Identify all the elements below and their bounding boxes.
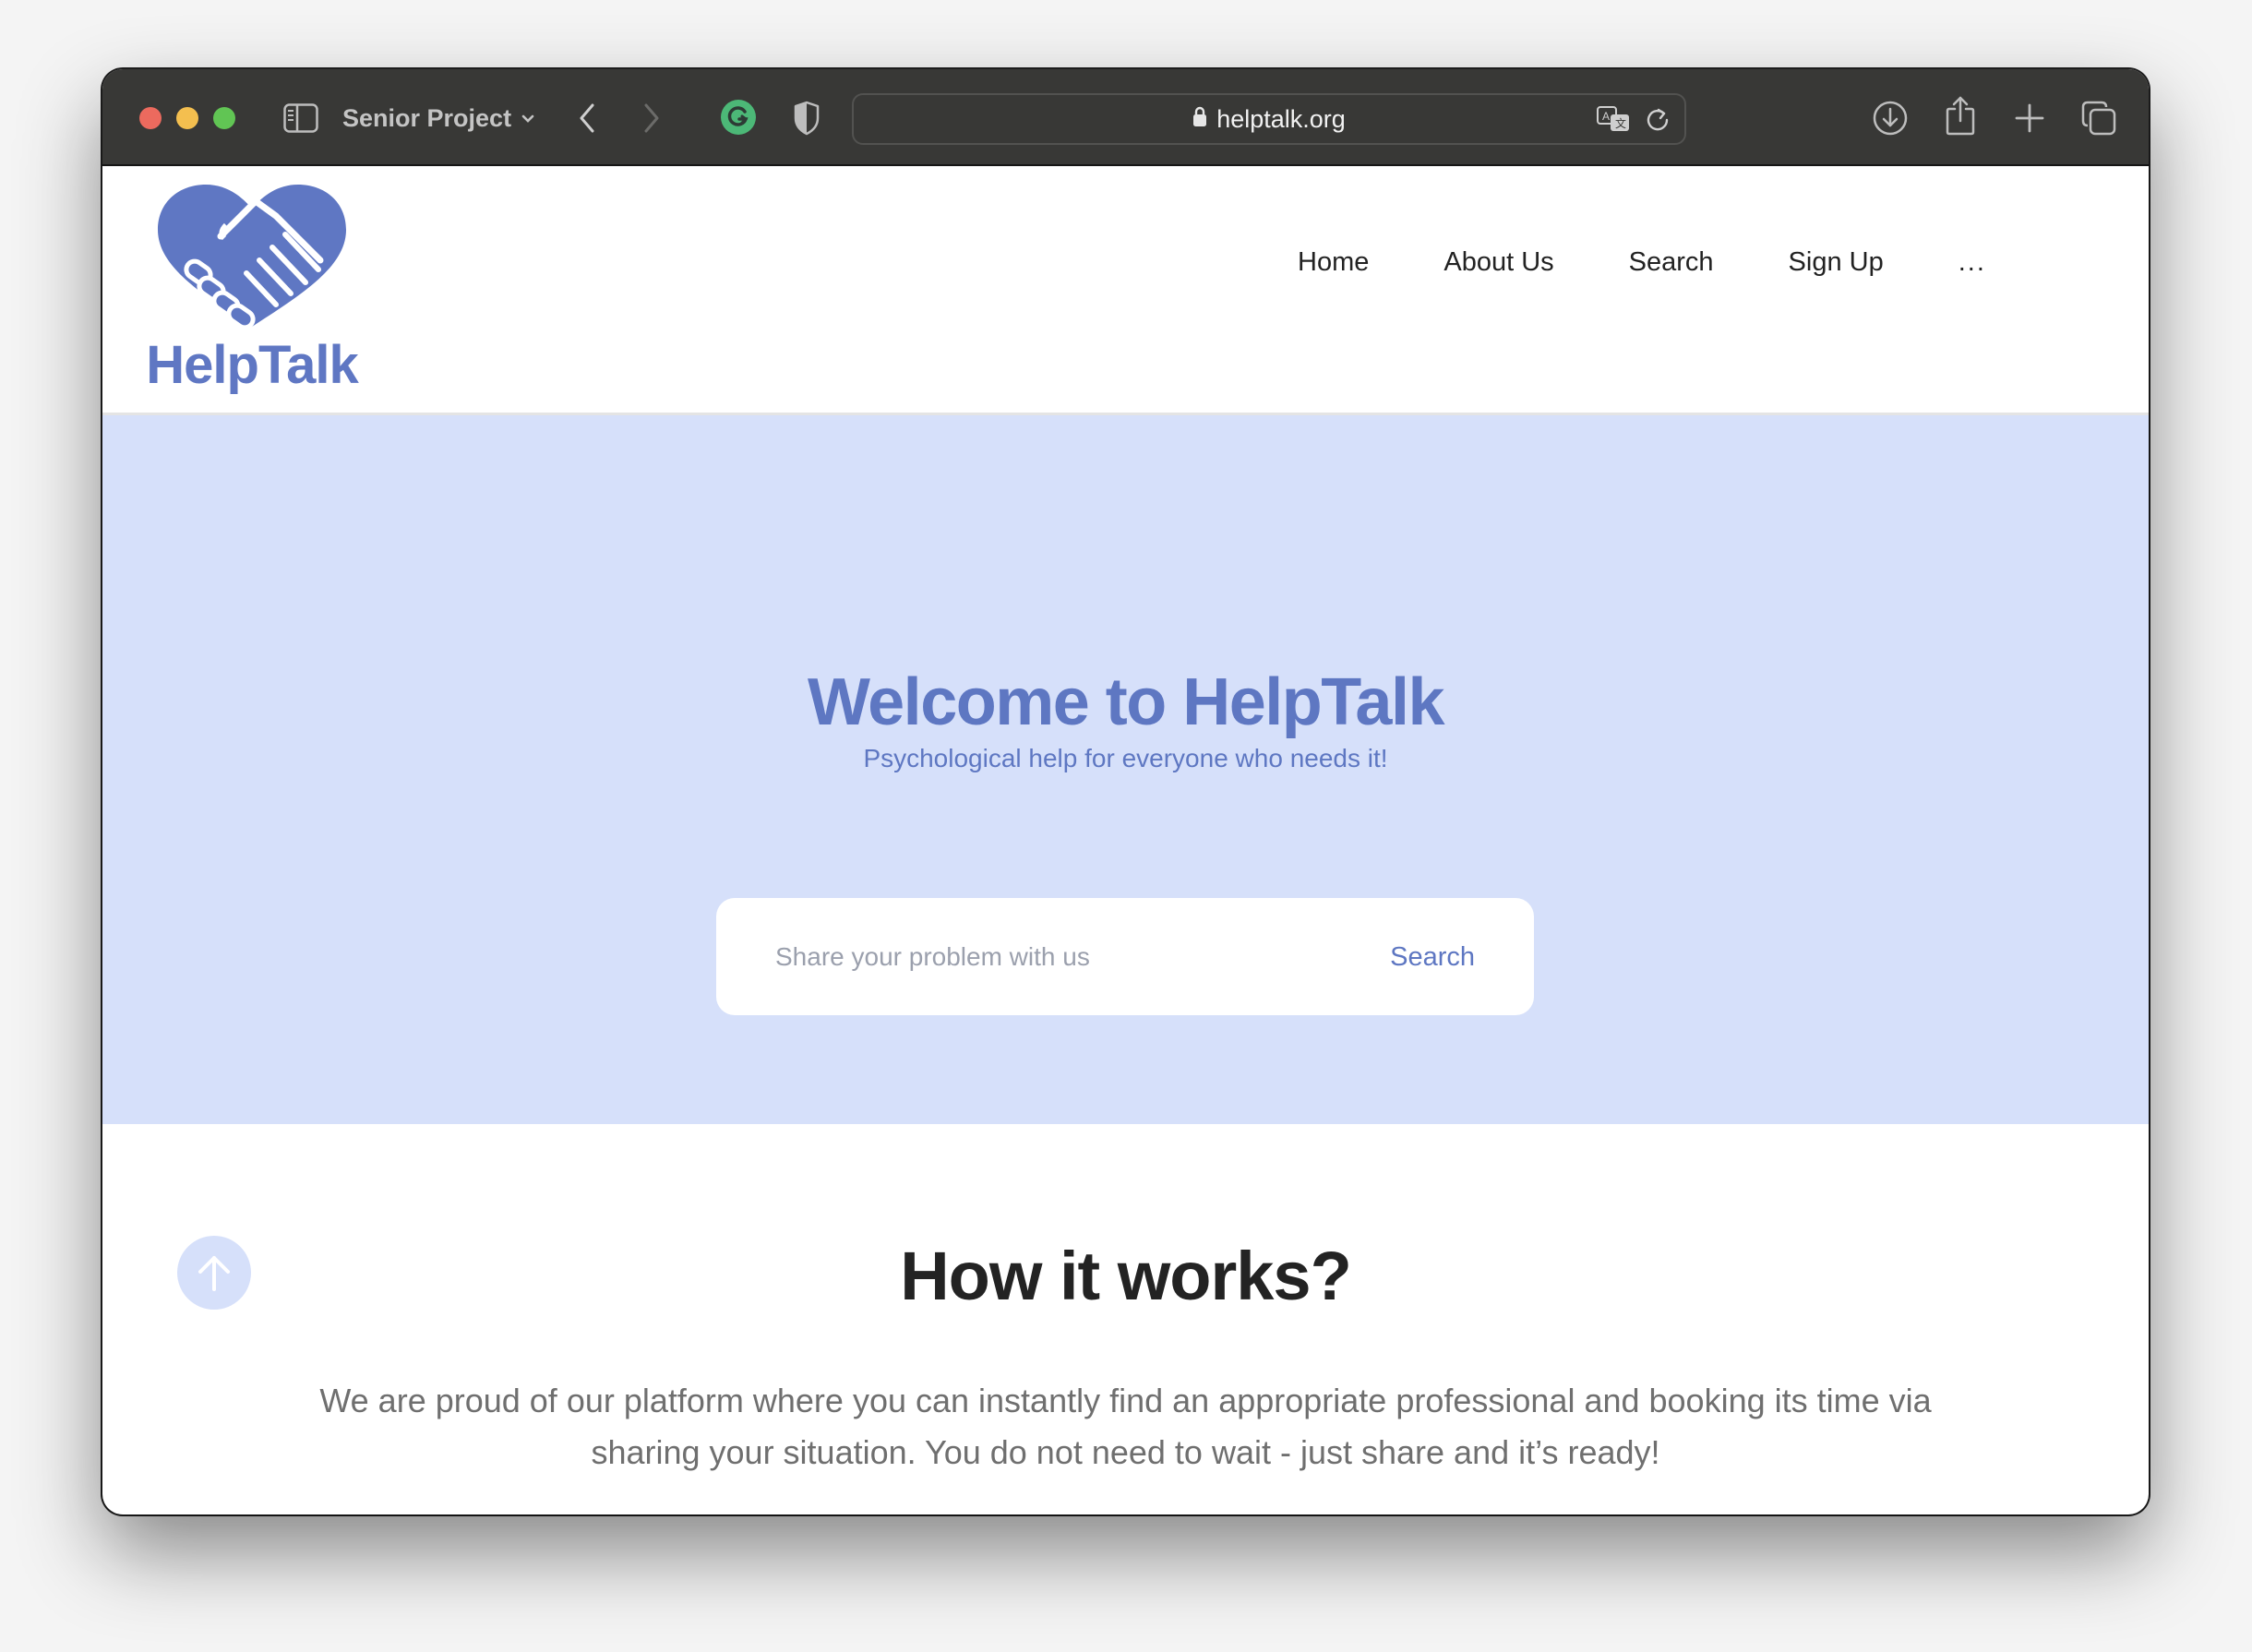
site-header: HelpTalk Home About Us Search Sign Up ..… [102, 166, 2149, 415]
helptalk-logo[interactable]: HelpTalk [138, 179, 366, 401]
tabs-icon[interactable] [2080, 100, 2117, 137]
how-it-works-title: How it works? [900, 1238, 1352, 1314]
reload-icon[interactable] [1644, 106, 1671, 134]
main-nav: Home About Us Search Sign Up ... [1298, 247, 1986, 278]
tab-group-selector[interactable]: Senior Project [342, 100, 535, 137]
problem-search-input[interactable] [775, 929, 1329, 985]
translate-icon[interactable]: A文 [1596, 105, 1633, 135]
browser-toolbar: Senior Project helptalk.org A文 [102, 69, 2149, 166]
hero-subtitle: Psychological help for everyone who need… [863, 744, 1388, 772]
chevron-left-icon[interactable] [573, 100, 601, 137]
shield-icon[interactable] [792, 100, 821, 137]
grammarly-icon[interactable] [720, 99, 757, 136]
nav-home[interactable]: Home [1298, 247, 1369, 278]
address-bar[interactable]: helptalk.org A文 [852, 93, 1686, 145]
lock-icon [1192, 105, 1207, 134]
chevron-right-icon[interactable] [638, 100, 665, 137]
browser-window: Senior Project helptalk.org A文 HelpTalk … [102, 69, 2149, 1514]
nav-about-us[interactable]: About Us [1443, 247, 1553, 278]
tab-group-label: Senior Project [342, 103, 512, 132]
share-icon[interactable] [1944, 94, 1977, 137]
hero-section: Welcome to HelpTalk Psychological help f… [102, 415, 2149, 1124]
download-icon[interactable] [1872, 100, 1909, 137]
zoom-window-button[interactable] [213, 107, 235, 129]
nav-more[interactable]: ... [1959, 247, 1986, 278]
nav-sign-up[interactable]: Sign Up [1789, 247, 1884, 278]
handshake-heart-icon [158, 185, 346, 330]
url-text: helptalk.org [1216, 104, 1346, 133]
logo-text: HelpTalk [146, 335, 358, 395]
svg-text:A: A [1602, 110, 1610, 123]
search-button[interactable]: Search [1390, 929, 1475, 985]
svg-text:文: 文 [1615, 116, 1626, 130]
how-it-works-text: We are proud of our platform where you c… [319, 1382, 1932, 1471]
hero-title: Welcome to HelpTalk [807, 665, 1445, 739]
chevron-down-icon [521, 110, 535, 129]
sidebar-icon[interactable] [283, 103, 318, 133]
problem-search-form: Search [716, 898, 1534, 1015]
plus-icon[interactable] [2011, 100, 2048, 137]
nav-search[interactable]: Search [1629, 247, 1714, 278]
minimize-window-button[interactable] [176, 107, 198, 129]
close-window-button[interactable] [139, 107, 162, 129]
